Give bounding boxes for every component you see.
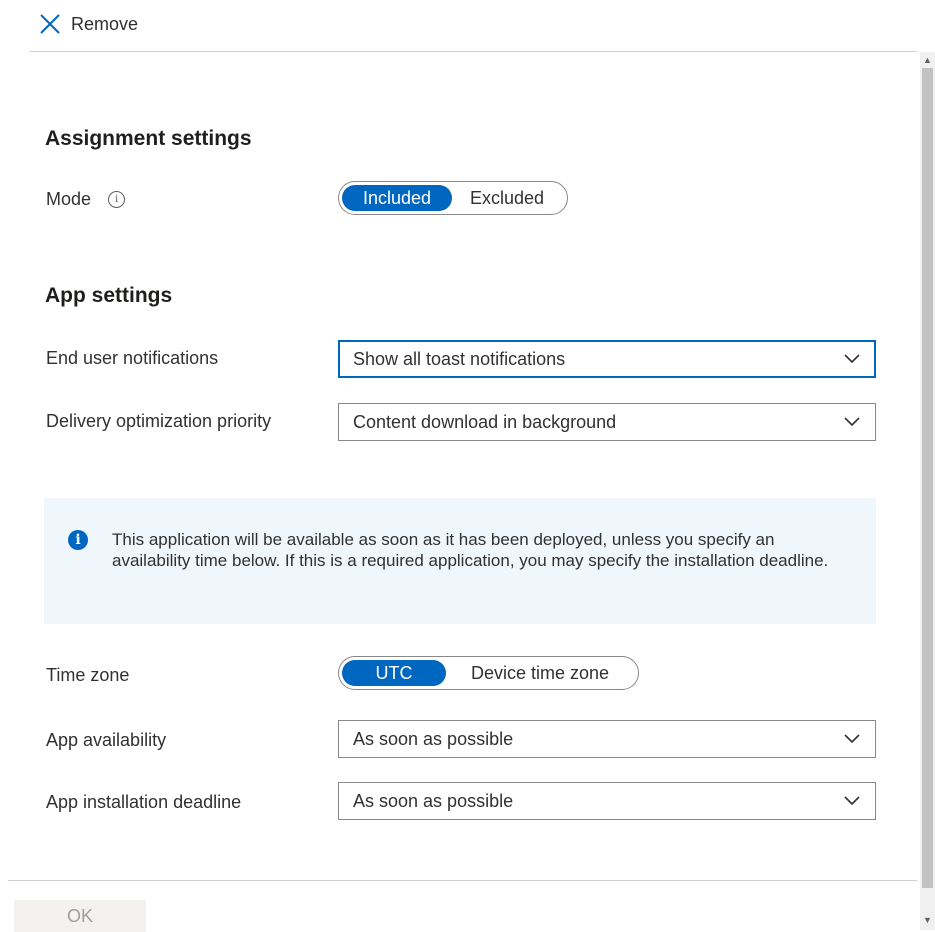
time-zone-label: Time zone xyxy=(46,665,130,685)
divider xyxy=(30,51,917,52)
remove-label: Remove xyxy=(71,13,139,34)
end-user-notifications-dropdown[interactable]: Show all toast notifications xyxy=(338,340,876,378)
delivery-optimization-priority-value: Content download in background xyxy=(353,411,617,432)
app-settings-heading: App settings xyxy=(45,284,173,307)
close-icon xyxy=(40,14,60,34)
info-icon: i xyxy=(68,530,88,550)
scroll-down-arrow-icon[interactable]: ▼ xyxy=(920,912,935,928)
remove-button[interactable]: Remove xyxy=(38,8,138,40)
chevron-down-icon xyxy=(844,354,860,364)
time-zone-option-utc[interactable]: UTC xyxy=(342,660,446,686)
info-message-text: This application will be available as so… xyxy=(112,530,829,570)
scroll-up-arrow-icon[interactable]: ▲ xyxy=(920,52,935,68)
info-icon[interactable]: i xyxy=(108,190,126,208)
assignment-settings-heading: Assignment settings xyxy=(45,127,252,150)
time-zone-toggle[interactable]: UTC Device time zone xyxy=(338,656,639,690)
app-availability-label: App availability xyxy=(46,730,167,750)
app-installation-deadline-dropdown[interactable]: As soon as possible xyxy=(338,782,876,820)
mode-option-included[interactable]: Included xyxy=(342,185,452,211)
end-user-notifications-value: Show all toast notifications xyxy=(353,348,566,369)
app-installation-deadline-label: App installation deadline xyxy=(46,792,242,812)
delivery-optimization-priority-label: Delivery optimization priority xyxy=(46,411,272,431)
end-user-notifications-label: End user notifications xyxy=(46,348,219,368)
chevron-down-icon xyxy=(844,417,860,427)
app-availability-dropdown[interactable]: As soon as possible xyxy=(338,720,876,758)
chevron-down-icon xyxy=(844,796,860,806)
app-availability-value: As soon as possible xyxy=(353,728,514,749)
footer-divider xyxy=(8,880,917,881)
mode-toggle[interactable]: Included Excluded xyxy=(338,181,568,215)
chevron-down-icon xyxy=(844,734,860,744)
delivery-optimization-priority-dropdown[interactable]: Content download in background xyxy=(338,403,876,441)
mode-label-group: Mode i xyxy=(46,189,126,210)
ok-button[interactable]: OK xyxy=(14,900,146,932)
app-installation-deadline-value: As soon as possible xyxy=(353,790,514,811)
scrollbar-thumb[interactable] xyxy=(922,68,933,888)
time-zone-option-device[interactable]: Device time zone xyxy=(446,660,634,686)
mode-label: Mode xyxy=(46,189,92,209)
mode-option-excluded[interactable]: Excluded xyxy=(452,185,562,211)
